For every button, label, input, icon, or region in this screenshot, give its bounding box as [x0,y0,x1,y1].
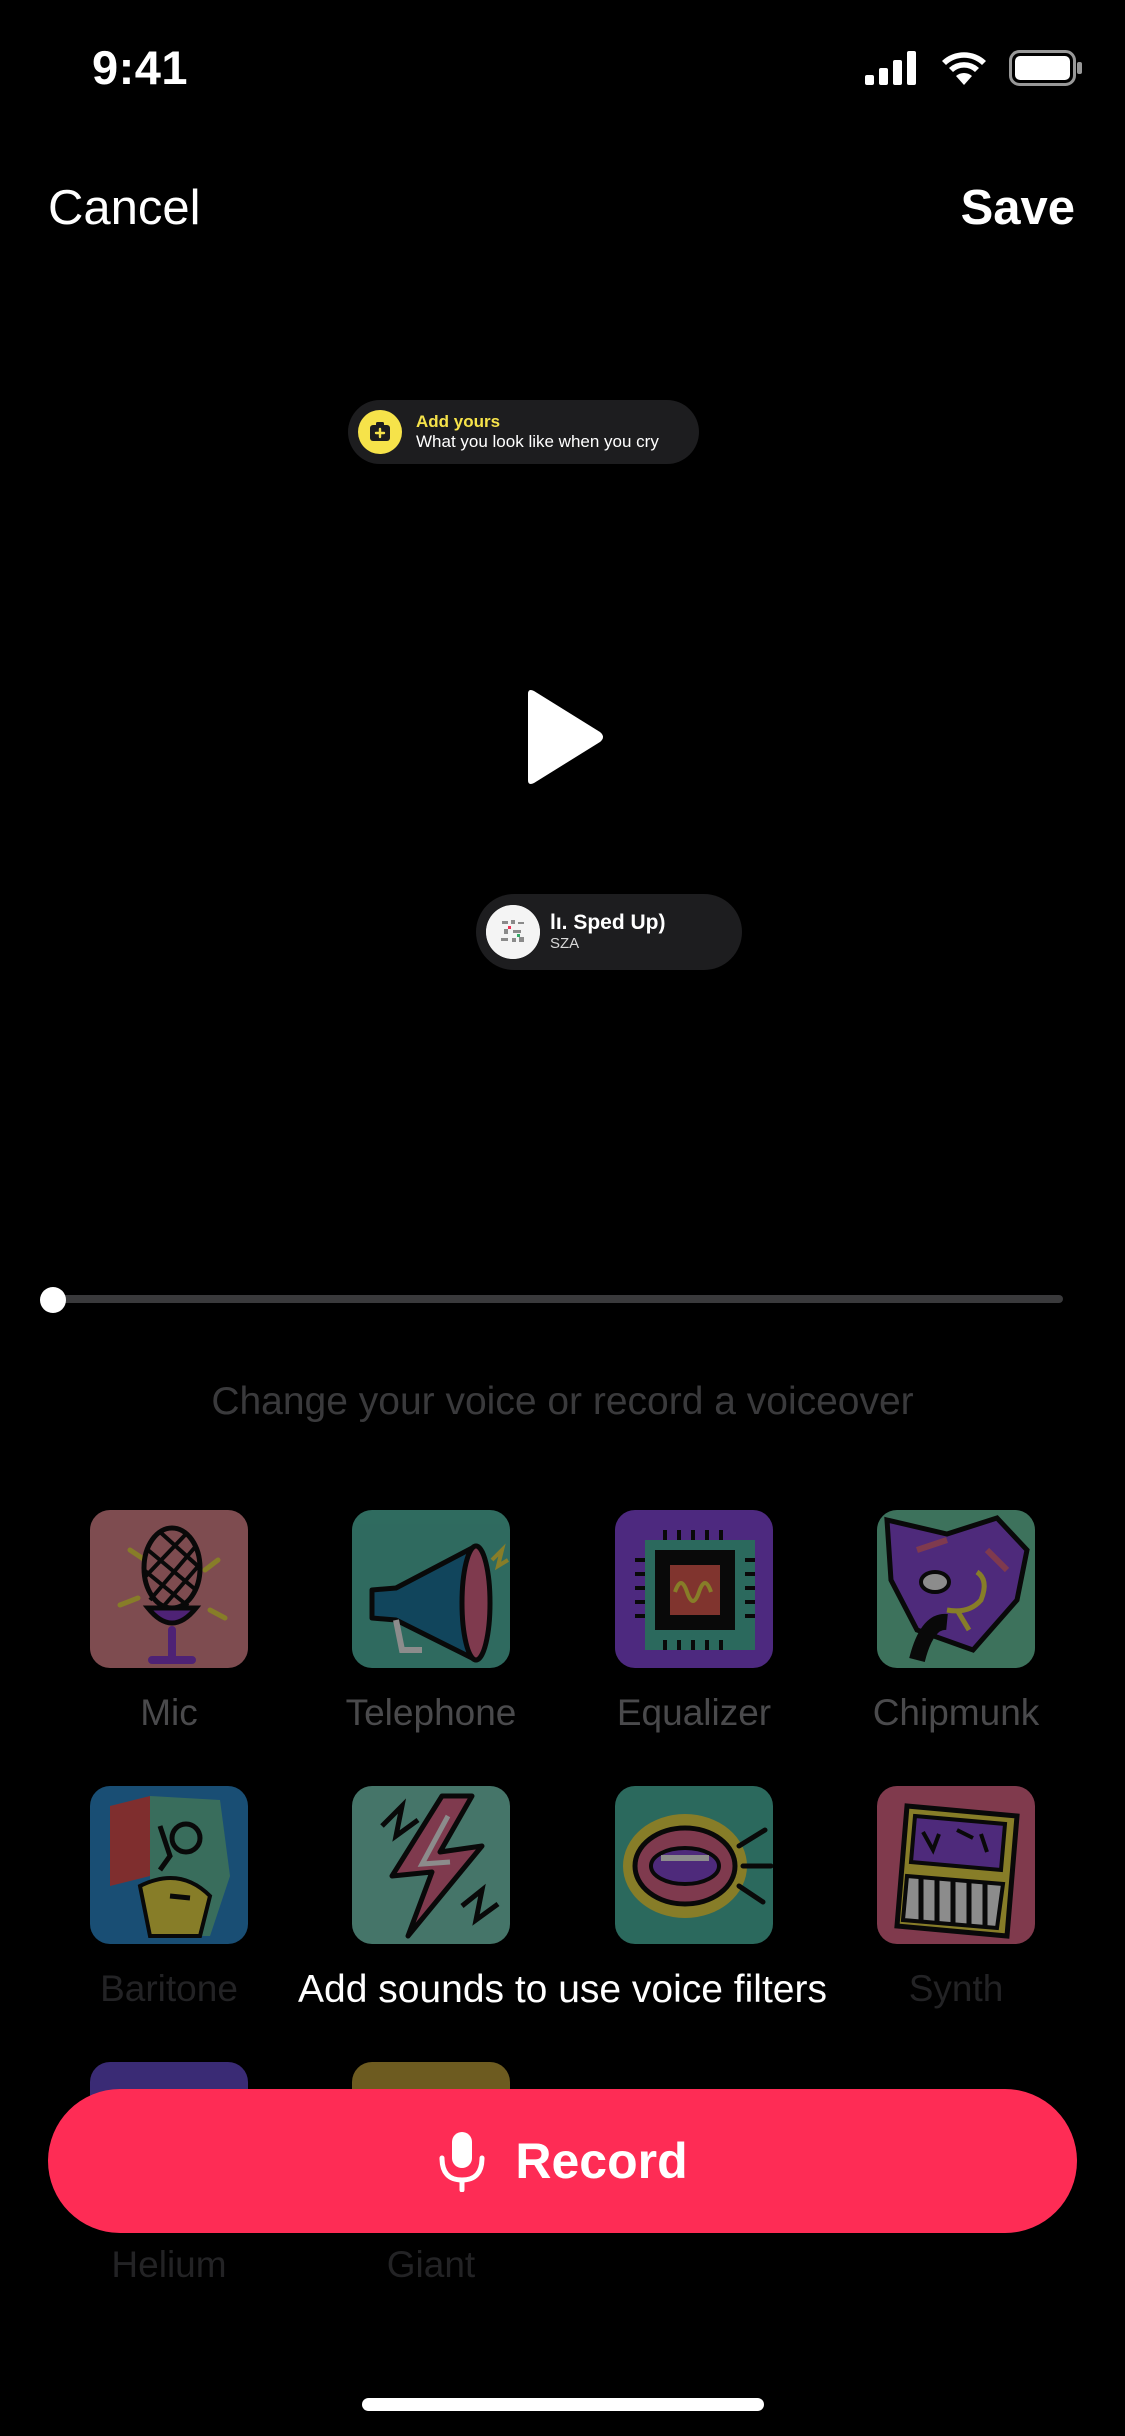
filter-equalizer[interactable]: Equalizer [599,1510,789,1734]
filter-mic[interactable]: Mic [74,1510,264,1734]
add-yours-icon [358,410,402,454]
add-yours-sticker[interactable]: Add yours What you look like when you cr… [348,400,699,464]
filter-label: Helium [111,2244,227,2285]
filter-lightning[interactable] [336,1786,526,1968]
music-sticker[interactable]: lı. Sped Up) SZA [476,894,742,970]
status-icons [865,50,1083,86]
music-title: lı. Sped Up) [550,911,666,935]
cat-icon [877,1510,1035,1668]
mouth-icon [615,1786,773,1944]
album-art [486,905,540,959]
record-button[interactable]: Record [48,2089,1077,2233]
voice-hint: Change your voice or record a voiceover [211,1380,914,1423]
home-indicator[interactable] [362,2398,764,2411]
signal-icon [865,51,916,85]
music-artist: SZA [550,935,580,953]
filter-label: Chipmunk [872,1692,1040,1733]
filter-telephone[interactable]: Telephone [336,1510,526,1734]
chip-icon [615,1510,773,1668]
filter-label: Telephone [345,1692,517,1733]
filter-label: Giant [386,2244,476,2285]
megaphone-icon [352,1510,510,1668]
lightning-icon [352,1786,510,1944]
voice-filter-message: Add sounds to use voice filters [298,1968,827,2011]
wifi-icon [942,52,986,85]
face-icon [90,1786,248,1944]
microphone-icon [439,2132,485,2192]
progress-knob[interactable] [40,1287,66,1313]
filter-label: Mic [140,1692,198,1733]
filter-label: Equalizer [616,1692,772,1733]
add-yours-prompt: What you look like when you cry [416,432,659,451]
add-yours-title: Add yours [416,412,501,432]
save-button[interactable]: Save [961,180,1075,236]
filter-mouth[interactable] [599,1786,789,1968]
battery-icon [1009,50,1082,86]
record-label: Record [515,2133,688,2189]
filter-chipmunk[interactable]: Chipmunk [861,1510,1051,1734]
synth-icon [877,1786,1035,1944]
progress-track[interactable] [53,1295,1063,1303]
mic-icon [90,1510,248,1668]
status-time: 9:41 [92,41,189,94]
cancel-button[interactable]: Cancel [48,180,201,236]
play-icon[interactable] [520,688,604,786]
